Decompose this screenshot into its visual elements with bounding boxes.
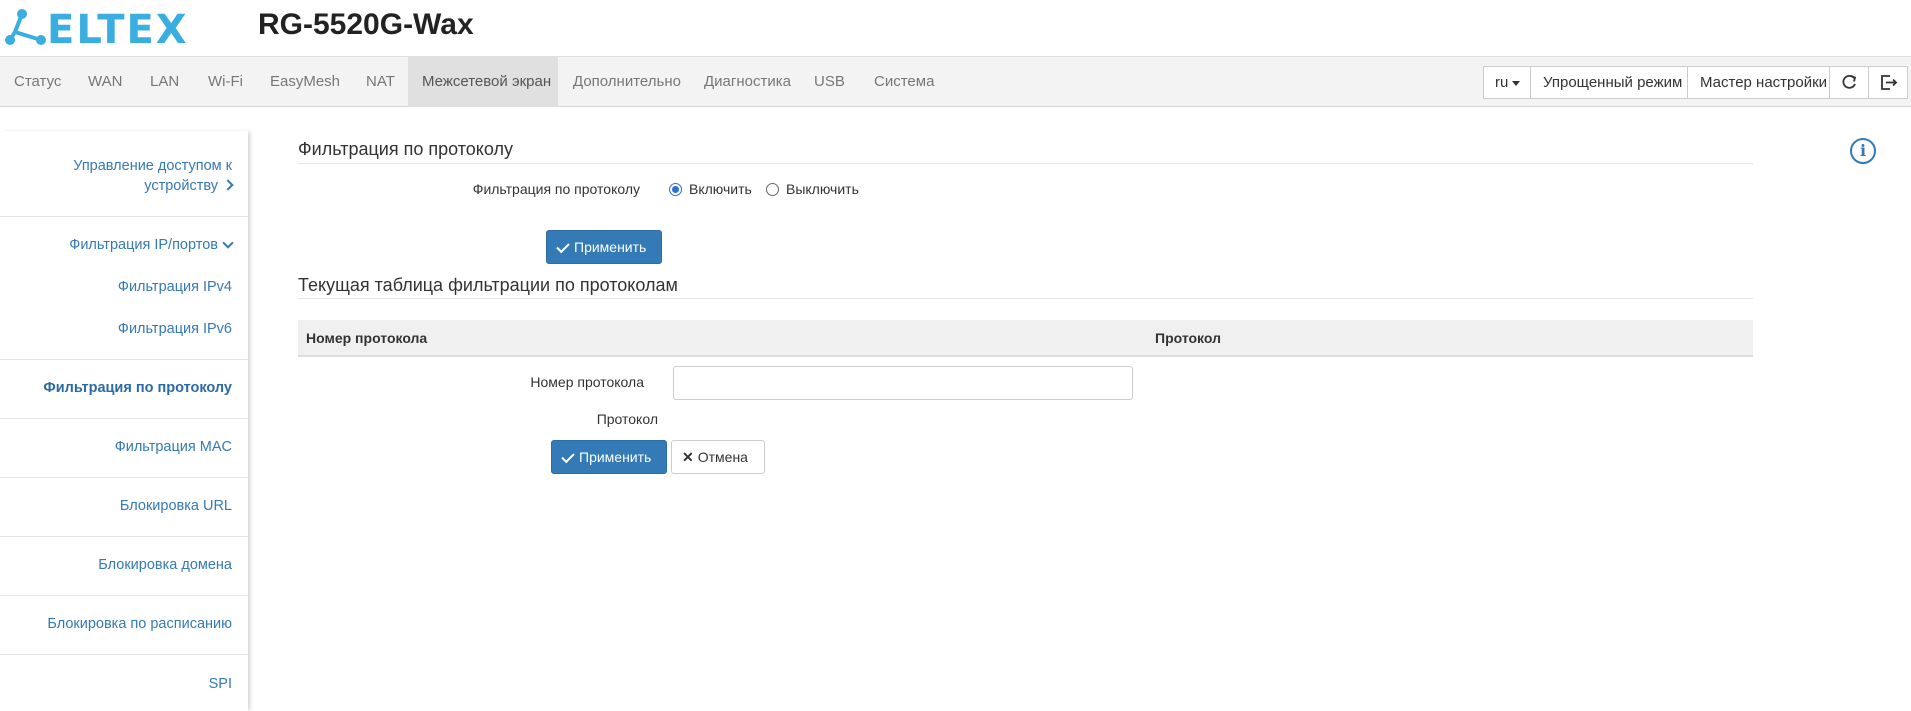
nav-status[interactable]: Статус: [0, 57, 75, 107]
nav-easymesh[interactable]: EasyMesh: [256, 57, 354, 107]
nav-system[interactable]: Система: [860, 57, 948, 107]
radio-disable-label[interactable]: Выключить: [786, 181, 859, 197]
nav-usb[interactable]: USB: [800, 57, 859, 107]
sidebar-divider: [0, 536, 248, 537]
protocol-label: Протокол: [596, 411, 658, 427]
nav-nat[interactable]: NAT: [352, 57, 409, 107]
sidebar-item-protocol-filter[interactable]: Фильтрация по протоколу: [0, 378, 248, 398]
close-icon: ✕: [682, 449, 694, 465]
section-divider: [298, 163, 1753, 164]
protocol-number-input[interactable]: [673, 366, 1133, 400]
sidebar-item-domain-block[interactable]: Блокировка домена: [0, 555, 248, 575]
device-model: RG-5520G-Wax: [258, 8, 474, 41]
nav-lan[interactable]: LAN: [136, 57, 193, 107]
sidebar-item-label: устройству: [144, 178, 218, 194]
sidebar-divider: [0, 418, 248, 419]
sidebar-item-ip-port-filter[interactable]: Фильтрация IP/портов: [0, 235, 248, 255]
sidebar-divider: [0, 595, 248, 596]
header: ELTEX RG-5520G-Wax: [0, 0, 1911, 56]
radio-disable[interactable]: [766, 183, 779, 196]
info-icon[interactable]: i: [1850, 138, 1876, 164]
logout-button[interactable]: [1868, 66, 1908, 99]
eltex-logo[interactable]: ELTEX: [5, 6, 195, 53]
refresh-button[interactable]: [1829, 66, 1869, 99]
sidebar-item-label: Управление доступом к: [73, 158, 232, 174]
sidebar-divider: [0, 654, 248, 655]
sidebar: Управление доступом к устройству Фильтра…: [0, 131, 248, 711]
protocol-number-label: Номер протокола: [530, 374, 644, 390]
form-apply-button[interactable]: Применить: [551, 440, 667, 474]
section-divider: [298, 298, 1753, 299]
sidebar-item-url-block[interactable]: Блокировка URL: [0, 496, 248, 516]
nav-wifi[interactable]: Wi-Fi: [194, 57, 257, 107]
radio-enable-label[interactable]: Включить: [689, 181, 752, 197]
form-cancel-button[interactable]: ✕ Отмена: [671, 440, 765, 474]
sidebar-divider: [0, 477, 248, 478]
logout-icon: [1881, 75, 1898, 90]
sidebar-divider: [0, 216, 248, 217]
column-header-protocol-number: Номер протокола: [306, 330, 428, 346]
apply-button[interactable]: Применить: [546, 230, 662, 264]
language-value: ru: [1495, 74, 1509, 91]
sidebar-divider: [0, 359, 248, 360]
form-apply-button-label: Применить: [579, 449, 652, 465]
apply-button-label: Применить: [574, 239, 647, 255]
sidebar-item-ipv4-filter[interactable]: Фильтрация IPv4: [0, 277, 248, 297]
sidebar-item-schedule-block[interactable]: Блокировка по расписанию: [0, 614, 248, 634]
sidebar-item-spi[interactable]: SPI: [0, 674, 248, 694]
form-cancel-button-label: Отмена: [697, 449, 748, 465]
sidebar-item-ipv6-filter[interactable]: Фильтрация IPv6: [0, 319, 248, 339]
check-icon: [561, 449, 575, 464]
wizard-button[interactable]: Мастер настройки: [1687, 66, 1830, 99]
sidebar-item-device-access[interactable]: Управление доступом к устройству: [0, 156, 248, 196]
language-select[interactable]: ru: [1483, 66, 1531, 99]
sidebar-item-mac-filter[interactable]: Фильтрация MAC: [0, 437, 248, 457]
refresh-icon: [1842, 74, 1857, 89]
sidebar-item-label: Фильтрация IP/портов: [69, 237, 218, 253]
table-header: Номер протокола Протокол: [298, 320, 1753, 357]
nav-advanced[interactable]: Дополнительно: [559, 57, 695, 107]
chevron-down-icon: [1512, 80, 1521, 86]
column-header-protocol: Протокол: [1155, 330, 1221, 346]
simple-mode-button[interactable]: Упрощенный режим: [1530, 66, 1688, 99]
nav-firewall[interactable]: Межсетевой экран: [408, 57, 558, 107]
logo-text: ELTEX: [47, 7, 189, 53]
section-title-filter-table: Текущая таблица фильтрации по протоколам: [298, 275, 678, 295]
eltex-logo-mark: [5, 9, 46, 45]
radio-enable[interactable]: [669, 183, 682, 196]
chevron-right-icon: [222, 179, 234, 191]
protocol-filter-label: Фильтрация по протоколу: [472, 181, 640, 197]
check-icon: [556, 239, 570, 254]
section-title-protocol-filter: Фильтрация по протоколу: [298, 139, 513, 159]
nav-wan[interactable]: WAN: [74, 57, 136, 107]
top-navbar: Статус WAN LAN Wi-Fi EasyMesh NAT Межсет…: [0, 56, 1911, 107]
chevron-down-icon: [222, 237, 234, 249]
nav-diagnostics[interactable]: Диагностика: [690, 57, 805, 107]
